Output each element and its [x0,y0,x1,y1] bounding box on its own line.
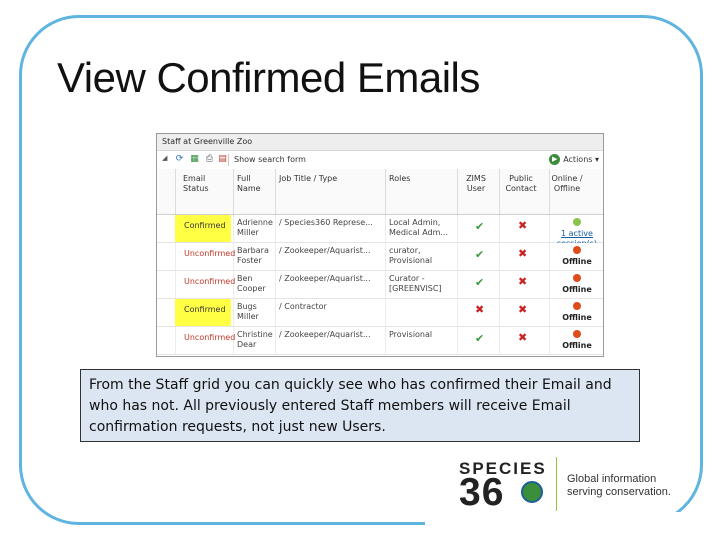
tagline-line-1: Global information [567,473,657,485]
x-icon: ✖ [518,275,528,288]
x-icon: ✖ [518,247,528,260]
job-title-cell: / Zookeeper/Aquarist... [279,246,371,255]
print-icon[interactable]: ⎙ [204,154,215,165]
roles-cell: Curator - [GREENVISC] [389,274,442,293]
slide-title: View Confirmed Emails [57,54,480,101]
full-name-cell[interactable]: Bugs Miller [237,302,273,322]
col-public-contact[interactable]: Public Contact [501,174,541,194]
grid-toolbar: ◢ ⟳ ▦ ⎙ ▤ Show search form ▶ Actions ▾ [157,151,603,170]
online-status-label: Offline [562,313,592,322]
grid-rows: Confirmed Adrienne Miller / Species360 Rep… [157,215,603,355]
logo-tagline: Global information serving conservation. [567,473,671,499]
actions-label: Actions [563,155,593,164]
col-job-title[interactable]: Job Title / Type [279,174,379,184]
online-status-label: Offline [562,341,592,350]
full-name-cell[interactable]: Ben Cooper [237,274,273,294]
staff-grid: Email Status Full Name Job Title / Type … [157,169,603,355]
job-title-cell: / Species360 Represe... [279,218,373,227]
check-icon: ✔ [475,220,485,233]
table-row[interactable]: Confirmed Bugs Miller / Contractor ✖ ✖ Offlin… [157,299,603,327]
online-status-cell: Offline [553,246,601,267]
arrow-right-icon: ▶ [549,154,561,165]
email-status-cell: Confirmed [175,299,231,326]
x-icon: ✖ [518,219,528,232]
roles-cell: Local Admin, Medical Adm... [389,218,449,237]
email-status-cell: Confirmed [175,215,231,242]
online-status-cell: Offline [553,302,601,323]
toolbar-separator [228,154,229,166]
frame-gap [425,512,720,540]
offline-dot-icon [573,302,581,310]
online-status-cell: Offline [553,274,601,295]
col-online-offline[interactable]: Online / Offline [551,174,583,194]
email-status-cell: Unconfirmed [184,333,236,342]
x-icon: ✖ [518,331,528,344]
export-pdf-icon[interactable]: ▤ [217,154,228,165]
check-icon: ✔ [475,248,485,261]
online-status-cell: Offline [553,330,601,351]
table-row[interactable]: Unconfirmed Christine Dear / Zookeeper/Aqu… [157,327,603,355]
email-status-cell: Unconfirmed [184,277,236,286]
staff-grid-screenshot: Staff at Greenville Zoo ◢ ⟳ ▦ ⎙ ▤ Show s… [156,133,604,357]
offline-dot-icon [573,246,581,254]
logo-divider [556,457,557,511]
logo-360: 36 [459,471,505,514]
roles-cell: curator, Provisional [389,246,433,265]
table-row[interactable]: Confirmed Adrienne Miller / Species360 Rep… [157,215,603,248]
caption-box: From the Staff grid you can quickly see … [80,369,640,442]
job-title-cell: / Zookeeper/Aquarist... [279,330,371,339]
collapse-icon[interactable]: ◢ [162,154,167,162]
col-zims-user[interactable]: ZIMS User [461,174,491,194]
col-full-name[interactable]: Full Name [237,174,271,194]
online-dot-icon [573,218,581,226]
x-icon: ✖ [518,303,528,316]
full-name-cell[interactable]: Christine Dear [237,330,273,350]
online-status-label: Offline [562,257,592,266]
actions-button[interactable]: ▶ Actions ▾ [549,154,599,166]
grid-header: Email Status Full Name Job Title / Type … [157,169,603,215]
grid-title: Staff at Greenville Zoo [157,134,603,151]
offline-dot-icon [573,274,581,282]
col-roles[interactable]: Roles [389,174,459,184]
show-search-form-link[interactable]: Show search form [234,154,306,166]
refresh-icon[interactable]: ⟳ [174,154,185,165]
check-icon: ✔ [475,276,485,289]
roles-cell: Provisional [389,330,433,339]
export-excel-icon[interactable]: ▦ [189,154,200,165]
online-status-label: Offline [562,285,592,294]
full-name-cell[interactable]: Adrienne Miller [237,218,273,238]
table-row[interactable]: Unconfirmed Ben Cooper / Zookeeper/Aquaris… [157,271,603,299]
globe-icon [521,481,543,503]
col-email-status[interactable]: Email Status [183,174,229,194]
email-status-cell: Unconfirmed [184,249,236,258]
offline-dot-icon [573,330,581,338]
check-icon: ✔ [475,332,485,345]
full-name-cell[interactable]: Barbara Foster [237,246,273,266]
tagline-line-2: serving conservation. [567,486,671,498]
job-title-cell: / Contractor [279,302,327,311]
job-title-cell: / Zookeeper/Aquarist... [279,274,371,283]
table-row[interactable]: Unconfirmed Barbara Foster / Zookeeper/Aqu… [157,243,603,271]
x-icon: ✖ [475,303,485,316]
